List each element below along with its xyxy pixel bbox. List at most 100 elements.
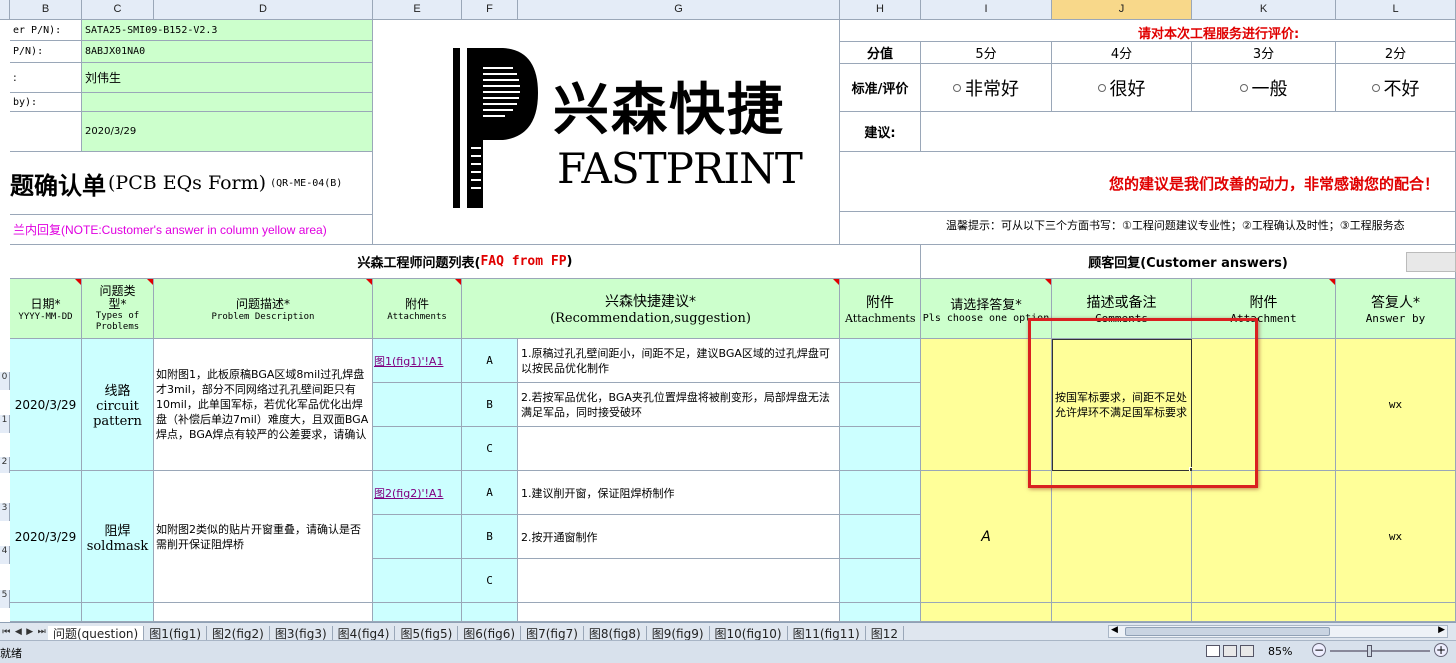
row2-comment[interactable] (1052, 471, 1192, 603)
tab-question[interactable]: 问题(question) (48, 626, 145, 641)
page-break-icon[interactable] (1240, 645, 1254, 657)
score-2[interactable]: 2分 (1336, 42, 1456, 64)
faq-section-title[interactable]: 兴森工程师问题列表(FAQ from FP) (10, 245, 921, 279)
normal-view-icon[interactable] (1206, 645, 1220, 657)
row1-opt-b-text[interactable]: 2.若按军品优化，BGA夹孔位置焊盘将被削变形，局部焊盘无法满足军品，同时接受破… (518, 383, 840, 427)
info-value-checked-by[interactable] (82, 93, 373, 112)
option-good[interactable]: 很好 (1052, 64, 1192, 112)
tab-fig6[interactable]: 图6(fig6) (458, 626, 522, 641)
row3-choice[interactable] (921, 603, 1052, 622)
col-header-D[interactable]: D (154, 0, 373, 20)
th-att[interactable]: 附件 Attachments (373, 279, 462, 339)
page-layout-icon[interactable] (1223, 645, 1237, 657)
row1-attachment-link[interactable]: 图1(fig1)'!A1 (374, 353, 443, 369)
th-type[interactable]: 问题类型* Types of Problems (82, 279, 154, 339)
scroll-thumb[interactable] (1125, 627, 1330, 636)
info-label-5[interactable] (10, 112, 82, 152)
row2-opt-c-text[interactable] (518, 559, 840, 603)
row2-opt-a-text[interactable]: 1.建议削开窗，保证阻焊桥制作 (518, 471, 840, 515)
row-header-3[interactable]: 3 (0, 503, 10, 521)
tab-next-icon[interactable]: ▶ (26, 627, 33, 637)
row3-att2[interactable] (840, 603, 921, 622)
row2-opt-c-letter[interactable]: C (462, 559, 518, 603)
th-desc[interactable]: 问题描述* Problem Description (154, 279, 373, 339)
row2-att2-b[interactable] (840, 515, 921, 559)
scroll-right-icon[interactable]: ▶ (1438, 625, 1445, 635)
row-col-corner[interactable] (0, 0, 10, 20)
row2-att2-a[interactable] (840, 471, 921, 515)
option-bad[interactable]: 不好 (1336, 64, 1456, 112)
row1-date[interactable]: 2020/3/29 (10, 339, 82, 471)
row2-type[interactable]: 阻焊 soldmask (82, 471, 154, 603)
row2-attachment-link[interactable]: 图2(fig2)'!A1 (374, 485, 443, 501)
row-header-4[interactable]: 4 (0, 546, 10, 564)
info-value-date[interactable]: 2020/3/29 (82, 112, 373, 152)
row-header-2[interactable]: 2 (0, 457, 10, 473)
info-label-1[interactable]: er P/N): (10, 20, 82, 41)
info-label-4[interactable]: by): (10, 93, 82, 112)
option-average[interactable]: 一般 (1192, 64, 1336, 112)
row2-attachment-c[interactable] (373, 559, 462, 603)
info-label-3[interactable]: : (10, 63, 82, 93)
row1-opt-c-letter[interactable]: C (462, 427, 518, 471)
th-answer-by[interactable]: 答复人* Answer by (1336, 279, 1456, 339)
row2-opt-b-text[interactable]: 2.按开通窗制作 (518, 515, 840, 559)
row1-attachment-a[interactable]: 图1(fig1)'!A1 (373, 339, 462, 383)
row1-att2-a[interactable] (840, 339, 921, 383)
row2-date[interactable]: 2020/3/29 (10, 471, 82, 603)
tip-cell[interactable]: 温馨提示：可从以下三个方面书写：①工程问题建议专业性；②工程确认及时性；③工程服… (840, 212, 1456, 245)
th-date[interactable]: 日期* YYYY-MM-DD (10, 279, 82, 339)
col-header-J[interactable]: J (1052, 0, 1192, 20)
row2-attachment-b[interactable] (373, 515, 462, 559)
th-rec[interactable]: 兴森快捷建议* (Recommendation,suggestion) (462, 279, 840, 339)
score-3[interactable]: 3分 (1192, 42, 1336, 64)
zoom-in-icon[interactable]: + (1434, 643, 1448, 657)
col-header-G[interactable]: G (518, 0, 840, 20)
suggest-label[interactable]: 建议: (840, 112, 921, 152)
row1-opt-b-letter[interactable]: B (462, 383, 518, 427)
note-cell[interactable]: 兰内回复(NOTE:Customer's answer in column ye… (10, 215, 373, 245)
row2-choice[interactable]: A (921, 471, 1052, 603)
customer-section-title[interactable]: 顾客回复(Customer answers) (921, 245, 1456, 279)
row1-att2-b[interactable] (840, 383, 921, 427)
row1-type[interactable]: 线路 circuit pattern (82, 339, 154, 471)
tab-first-icon[interactable]: ⏮ (2, 627, 10, 637)
row3-answer-by[interactable] (1336, 603, 1456, 622)
radio-good-icon[interactable] (1097, 83, 1106, 92)
horizontal-scrollbar[interactable]: ◀ ▶ (1108, 625, 1448, 638)
row3-type[interactable] (82, 603, 154, 622)
row1-desc[interactable]: 如附图1，此板原稿BGA区域8mil过孔焊盘才3mil，部分不同网络过孔孔壁间距… (154, 339, 373, 471)
col-header-H[interactable]: H (840, 0, 921, 20)
row1-opt-c-text[interactable] (518, 427, 840, 471)
radio-very-good-icon[interactable] (953, 83, 961, 92)
info-value-part-number[interactable]: SATA25-SMI09-B152-V2.3 (82, 20, 373, 41)
col-header-F[interactable]: F (462, 0, 518, 20)
row1-opt-a-letter[interactable]: A (462, 339, 518, 383)
col-header-L[interactable]: L (1336, 0, 1456, 20)
tab-fig8[interactable]: 图8(fig8) (584, 626, 647, 641)
row2-opt-a-letter[interactable]: A (462, 471, 518, 515)
row3-date[interactable] (10, 603, 82, 622)
form-title-cell[interactable]: 题确认单 (PCB EQs Form) (QR-ME-04(B) (10, 152, 373, 215)
tab-fig2[interactable]: 图2(fig2) (207, 626, 270, 641)
score-5[interactable]: 5分 (921, 42, 1052, 64)
tab-fig5[interactable]: 图5(fig5) (395, 626, 459, 641)
info-value-fp-part-number[interactable]: 8ABJX01NA0 (82, 41, 373, 63)
radio-bad-icon[interactable] (1371, 83, 1380, 92)
tab-last-icon[interactable]: ⏭ (38, 627, 46, 637)
row3-opt-text[interactable] (518, 603, 840, 622)
row3-comment[interactable] (1052, 603, 1192, 622)
tab-fig9[interactable]: 图9(fig9) (647, 626, 710, 641)
row1-answer-by[interactable]: wx (1336, 339, 1456, 471)
zoom-slider[interactable] (1330, 645, 1430, 657)
info-label-2[interactable]: P/N): (10, 41, 82, 63)
row2-att3[interactable] (1192, 471, 1336, 603)
zoom-slider-thumb[interactable] (1367, 645, 1372, 657)
tab-fig4[interactable]: 图4(fig4) (333, 626, 396, 641)
row2-att2-c[interactable] (840, 559, 921, 603)
row-header-5[interactable]: 5 (0, 590, 10, 608)
tab-fig1[interactable]: 图1(fig1) (144, 626, 208, 641)
row1-opt-a-text[interactable]: 1.原稿过孔孔壁间距小，间距不足，建议BGA区域的过孔焊盘可以按民品优化制作 (518, 339, 840, 383)
option-very-good[interactable]: 非常好 (921, 64, 1052, 112)
row2-opt-b-letter[interactable]: B (462, 515, 518, 559)
